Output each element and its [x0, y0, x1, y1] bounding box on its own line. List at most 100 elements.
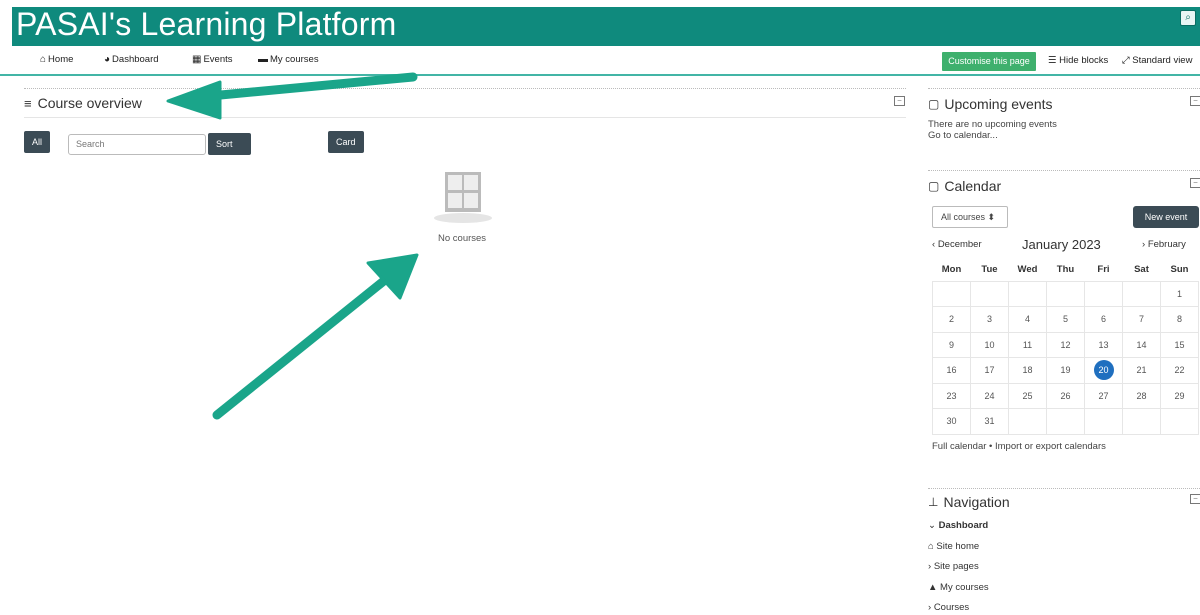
calendar-day-cell[interactable]: 22: [1160, 357, 1199, 384]
calendar-day-number: 1: [1176, 288, 1182, 299]
calendar-day-cell[interactable]: 30: [932, 408, 971, 435]
calendar-day-cell[interactable]: 15: [1160, 331, 1199, 358]
calendar-day-cell[interactable]: 8: [1160, 306, 1199, 333]
calendar-day-cell: [1046, 280, 1085, 307]
calendar-grid: Mon Tue Wed Thu Fri Sat Sun 1 2 3 4 5 6 7 8 9 10 1…: [932, 259, 1199, 435]
sitemap-icon: ⊥: [928, 495, 939, 509]
calendar-day-number: 4: [1024, 314, 1030, 325]
calendar-header: ▢ Calendar: [928, 175, 1200, 197]
calendar-day-cell[interactable]: 27: [1084, 382, 1123, 409]
calendar-course-filter[interactable]: All courses ⬍: [932, 206, 1008, 228]
calendar-day-number: 18: [1022, 365, 1033, 376]
nav-tree-my-courses[interactable]: ▲ My courses: [928, 582, 989, 603]
calendar-day-cell[interactable]: 31: [970, 408, 1009, 435]
nav-my-courses-text: My courses: [940, 581, 989, 593]
calendar-prev-month[interactable]: ‹ December: [932, 239, 982, 250]
calendar-day-cell[interactable]: 9: [932, 331, 971, 358]
nav-tree-courses[interactable]: › Courses: [928, 602, 989, 615]
home-icon: ⌂: [40, 54, 47, 65]
menu-icon: ≡: [24, 95, 32, 111]
calendar-today: 20: [1093, 360, 1114, 381]
nav-home[interactable]: ⌂ Home: [40, 54, 73, 65]
calendar-day-number: 24: [984, 390, 995, 401]
calendar-current-month: January 2023: [1022, 237, 1101, 252]
calendar-day-cell[interactable]: 24: [970, 382, 1009, 409]
weekday-header: Wed: [1017, 264, 1038, 276]
collapse-icon[interactable]: −: [1190, 96, 1200, 106]
nav-my-courses[interactable]: ▬ My courses: [258, 54, 319, 65]
filter-label: All: [32, 137, 43, 147]
new-event-button[interactable]: New event: [1133, 206, 1199, 228]
nav-tree-site-home[interactable]: ⌂ Site home: [928, 541, 989, 562]
collapse-icon[interactable]: −: [1190, 494, 1200, 504]
nav-site-home-text: Site home: [936, 540, 980, 552]
collapse-icon[interactable]: −: [894, 96, 905, 106]
calendar-day-cell[interactable]: 3: [970, 306, 1009, 333]
calendar-block: ▢ Calendar −: [928, 170, 1200, 197]
hide-blocks-button[interactable]: ☰ Hide blocks: [1048, 55, 1108, 66]
upcoming-empty: There are no upcoming events: [928, 119, 1057, 130]
site-header: PASAI's Learning Platform ⌕: [0, 0, 1200, 46]
calendar-day-cell[interactable]: 20: [1084, 357, 1123, 384]
dashboard-icon: ◕: [104, 54, 111, 65]
calendar-day-cell[interactable]: 5: [1046, 306, 1085, 333]
calendar-day-number: 15: [1174, 339, 1185, 350]
calendar-next-month[interactable]: › February: [1142, 239, 1186, 250]
collapse-icon[interactable]: −: [1190, 178, 1200, 188]
calendar-day-cell[interactable]: 16: [932, 357, 971, 384]
calendar-day-cell[interactable]: 11: [1008, 331, 1047, 358]
calendar-day-cell[interactable]: 1: [1160, 280, 1199, 307]
filter-dropdown[interactable]: All ⌄: [24, 131, 51, 169]
calendar-day-cell[interactable]: 14: [1122, 331, 1161, 358]
calendar-day-cell[interactable]: 21: [1122, 357, 1161, 384]
calendar-day-number: 14: [1136, 339, 1147, 350]
calendar-title: Calendar: [944, 178, 1002, 194]
calendar-day-cell[interactable]: 17: [970, 357, 1009, 384]
calendar-day-number: 28: [1136, 390, 1147, 401]
site-brand[interactable]: PASAI's Learning Platform: [16, 6, 396, 43]
upcoming-events-block: ▢ Upcoming events There are no upcoming …: [928, 88, 1200, 141]
nav-tree-dashboard[interactable]: ⌄ Dashboard: [928, 520, 989, 541]
calendar-day-cell[interactable]: 13: [1084, 331, 1123, 358]
standard-view-button[interactable]: ⤢ Standard view: [1122, 55, 1192, 66]
calendar-day-number: 31: [984, 416, 995, 427]
go-to-calendar-link[interactable]: Go to calendar...: [928, 130, 1200, 141]
weekday-header: Thu: [1056, 264, 1075, 276]
calendar-day-cell[interactable]: 12: [1046, 331, 1085, 358]
course-search-input[interactable]: Search: [68, 134, 206, 155]
calendar-day-number: 26: [1060, 390, 1071, 401]
calendar-day-cell[interactable]: 19: [1046, 357, 1085, 384]
calendar-day-cell[interactable]: 18: [1008, 357, 1047, 384]
calendar-day-cell[interactable]: 6: [1084, 306, 1123, 333]
calendar-day-cell[interactable]: 7: [1122, 306, 1161, 333]
calendar-day-number: 22: [1174, 365, 1185, 376]
chevron-left-icon: ‹: [932, 239, 936, 250]
navigation-title: Navigation: [943, 494, 1010, 510]
calendar-icon: ▦: [192, 54, 202, 65]
search-icon[interactable]: ⌕: [1180, 10, 1196, 26]
calendar-day-cell[interactable]: 29: [1160, 382, 1199, 409]
calendar-footer-links[interactable]: Full calendar • Import or export calenda…: [932, 441, 1106, 452]
calendar-day-cell[interactable]: 25: [1008, 382, 1047, 409]
calendar-day-cell[interactable]: 10: [970, 331, 1009, 358]
view-dropdown[interactable]: Card ⌄: [328, 131, 364, 169]
nav-tree-site-pages[interactable]: › Site pages: [928, 561, 989, 582]
navigation-header: ⊥ Navigation: [928, 491, 1200, 513]
calendar-day-number: 6: [1100, 314, 1106, 325]
view-label: Card: [336, 137, 356, 147]
customise-page-button[interactable]: Customise this page: [942, 52, 1036, 71]
sort-dropdown[interactable]: Sort by course name ⌄: [208, 133, 252, 237]
calendar-day-cell[interactable]: 28: [1122, 382, 1161, 409]
calendar-icon: ▢: [928, 97, 940, 111]
nav-site-pages-text: Site pages: [933, 561, 979, 572]
calendar-day-cell[interactable]: 26: [1046, 382, 1085, 409]
calendar-day-cell[interactable]: 23: [932, 382, 971, 409]
calendar-day-number: 27: [1098, 390, 1109, 401]
calendar-day-cell: [1122, 408, 1161, 435]
calendar-day-cell[interactable]: 4: [1008, 306, 1047, 333]
calendar-day-number: 5: [1062, 314, 1068, 325]
nav-events[interactable]: ▦ Events: [192, 54, 233, 65]
nav-dashboard[interactable]: ◕ Dashboard: [104, 54, 159, 65]
calendar-day-cell[interactable]: 2: [932, 306, 971, 333]
weekday-header: Sat: [1134, 264, 1149, 276]
